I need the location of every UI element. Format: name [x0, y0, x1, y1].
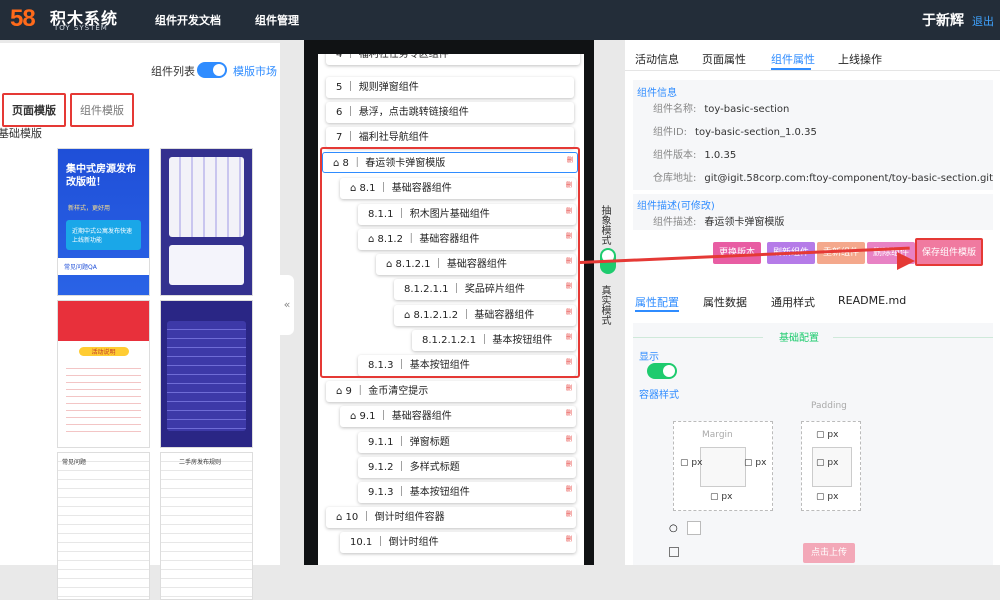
tree-node-label: 10.1 ｜ 倒计时组件 [350, 537, 439, 548]
annotation-arrow-head [897, 252, 915, 270]
nav-component-docs[interactable]: 组件开发文档 [155, 12, 221, 28]
tree-node-label: 7 ｜ 福利社导航组件 [336, 132, 429, 143]
user-name: 于新辉 [922, 13, 964, 29]
tree-node-label: ⌂ 9 ｜ 金币清空提示 [336, 386, 429, 397]
tree-node-label: 5 ｜ 规则弹窗组件 [336, 82, 419, 93]
delete-node-icon[interactable]: 删 [566, 454, 572, 475]
logo-subtitle: TOY SYSTEM [54, 24, 108, 32]
info-name: 组件名称: toy-basic-section [653, 104, 790, 115]
radio-icon[interactable]: ○ [669, 523, 678, 534]
delete-node-icon[interactable]: 删 [566, 504, 572, 525]
component-list-toggle[interactable] [197, 62, 227, 78]
template-thumb[interactable] [160, 148, 253, 296]
tree-node-label: 6 ｜ 悬浮，点击跳转链接组件 [336, 107, 469, 118]
tab-prop-data[interactable]: 属性数据 [703, 294, 747, 310]
delete-node-icon[interactable]: 删 [566, 529, 572, 550]
tab-readme[interactable]: README.md [838, 294, 906, 307]
abstract-mode-label[interactable]: 抽象模式 [597, 205, 612, 245]
component-list-label: 组件列表 [151, 65, 195, 78]
active-tab2-indicator [635, 310, 679, 312]
property-panel: 活动信息 页面属性 组件属性 上线操作 组件信息 组件名称: toy-basic-… [625, 40, 1000, 565]
tab-page-props[interactable]: 页面属性 [702, 51, 746, 67]
logo: 58 [10, 5, 36, 32]
tree-node-label: 4 ｜ 福利社任务专区组件 [336, 54, 449, 60]
highlight-box [320, 147, 580, 378]
tree-node[interactable]: ⌂ 10 ｜ 倒计时组件容器 删 [326, 507, 576, 528]
show-toggle[interactable] [647, 363, 677, 379]
desc-line: 组件描述: 春运领卡弹窗模版 [653, 217, 785, 228]
tab-prop-config[interactable]: 属性配置 [635, 294, 679, 310]
tree-node[interactable]: 9.1.2 ｜ 多样式标题 删 [358, 457, 576, 478]
tree-node-label: 9.1.1 ｜ 弹窗标题 [368, 437, 450, 448]
tree-node[interactable]: 4 ｜ 福利社任务专区组件 [326, 54, 580, 65]
real-mode-label[interactable]: 真实模式 [597, 285, 612, 325]
collapse-panel-handle[interactable]: « [280, 275, 294, 335]
template-thumb[interactable]: 活动说明 [57, 300, 150, 448]
tab-component-props[interactable]: 组件属性 [771, 51, 815, 67]
delete-node-icon[interactable]: 删 [566, 378, 572, 399]
margin-box: Margin ▢ px ▢ px ▢ px [673, 421, 773, 511]
tree-node[interactable]: 10.1 ｜ 倒计时组件 删 [340, 532, 576, 553]
info-id: 组件ID: toy-basic-section_1.0.35 [653, 127, 817, 138]
tree-node[interactable]: 5 ｜ 规则弹窗组件 [326, 77, 574, 98]
delete-node-icon[interactable]: 删 [566, 479, 572, 500]
delete-node-icon[interactable]: 删 [566, 403, 572, 424]
upload-button[interactable]: 点击上传 [803, 543, 856, 563]
tree-node-label: 9.1.2 ｜ 多样式标题 [368, 462, 460, 473]
component-info: 组件信息 组件名称: toy-basic-section 组件ID: toy-bas… [633, 80, 993, 190]
template-market-link[interactable]: 模版市场 [233, 63, 277, 79]
tree-node-label: ⌂ 9.1 ｜ 基础容器组件 [350, 411, 452, 422]
tab-component-templates[interactable]: 组件模版 [70, 93, 134, 127]
image-icon[interactable] [687, 521, 701, 535]
padding-box: ▢ px ▢ px ▢ px [801, 421, 861, 511]
delete-node-icon[interactable]: 删 [566, 429, 572, 450]
logout-link[interactable]: 退出 [972, 13, 994, 29]
tree-node[interactable]: 9.1.1 ｜ 弹窗标题 删 [358, 432, 576, 453]
show-label: 显示 [639, 352, 659, 363]
template-thumb[interactable]: 二手房发布规则 [160, 452, 253, 600]
nav-component-manage[interactable]: 组件管理 [255, 12, 299, 28]
tree-node[interactable]: 7 ｜ 福利社导航组件 [326, 127, 574, 148]
tab-common-style[interactable]: 通用样式 [771, 294, 815, 310]
info-title: 组件信息 [637, 88, 677, 99]
info-version: 组件版本: 1.0.35 [653, 150, 737, 161]
template-thumb[interactable]: 常见问题 [57, 452, 150, 600]
template-thumb[interactable] [160, 300, 253, 448]
tree-node-label: 9.1.3 ｜ 基本按钮组件 [368, 487, 470, 498]
section-title: 基础模版 [0, 127, 42, 140]
tree-node[interactable]: ⌂ 9 ｜ 金币清空提示 删 [326, 381, 576, 402]
tab-online-ops[interactable]: 上线操作 [838, 51, 882, 67]
template-thumb[interactable]: 集中式房源发布改版啦！ 新样式，更好用 近期中式公寓发布快速上线新功能 常见问题… [57, 148, 150, 296]
tree-node-label: ⌂ 10 ｜ 倒计时组件容器 [336, 512, 445, 523]
image-upload-icon [669, 547, 679, 557]
desc-title: 组件描述(可修改) [637, 201, 715, 212]
tab-activity-info[interactable]: 活动信息 [635, 51, 679, 67]
info-repo: 仓库地址: git@igit.58corp.com:ftoy-component/… [653, 173, 994, 184]
tree-node[interactable]: ⌂ 9.1 ｜ 基础容器组件 删 [340, 406, 576, 427]
component-desc: 组件描述(可修改) 组件描述: 春运领卡弹窗模版 [633, 194, 993, 230]
config-title: 基础配置 [779, 333, 819, 344]
config-panel: 基础配置 显示 容器样式 Padding Margin ▢ px ▢ px ▢ … [633, 323, 993, 565]
tree-node[interactable]: 6 ｜ 悬浮，点击跳转链接组件 [326, 102, 574, 123]
tab-page-templates[interactable]: 页面模版 [2, 93, 66, 127]
save-template-button[interactable]: 保存组件模版 [915, 238, 984, 266]
tree-node[interactable]: 9.1.3 ｜ 基本按钮组件 删 [358, 482, 576, 503]
padding-label: Padding [811, 401, 847, 411]
top-bar: 58 积木系统 TOY SYSTEM 组件开发文档 组件管理 于新辉 退出 [0, 0, 1000, 40]
container-style-label: 容器样式 [639, 390, 679, 401]
template-panel: 组件列表 模版市场 页面模版 组件模版 基础模版 集中式房源发布改版啦！ 新样式… [0, 43, 280, 600]
